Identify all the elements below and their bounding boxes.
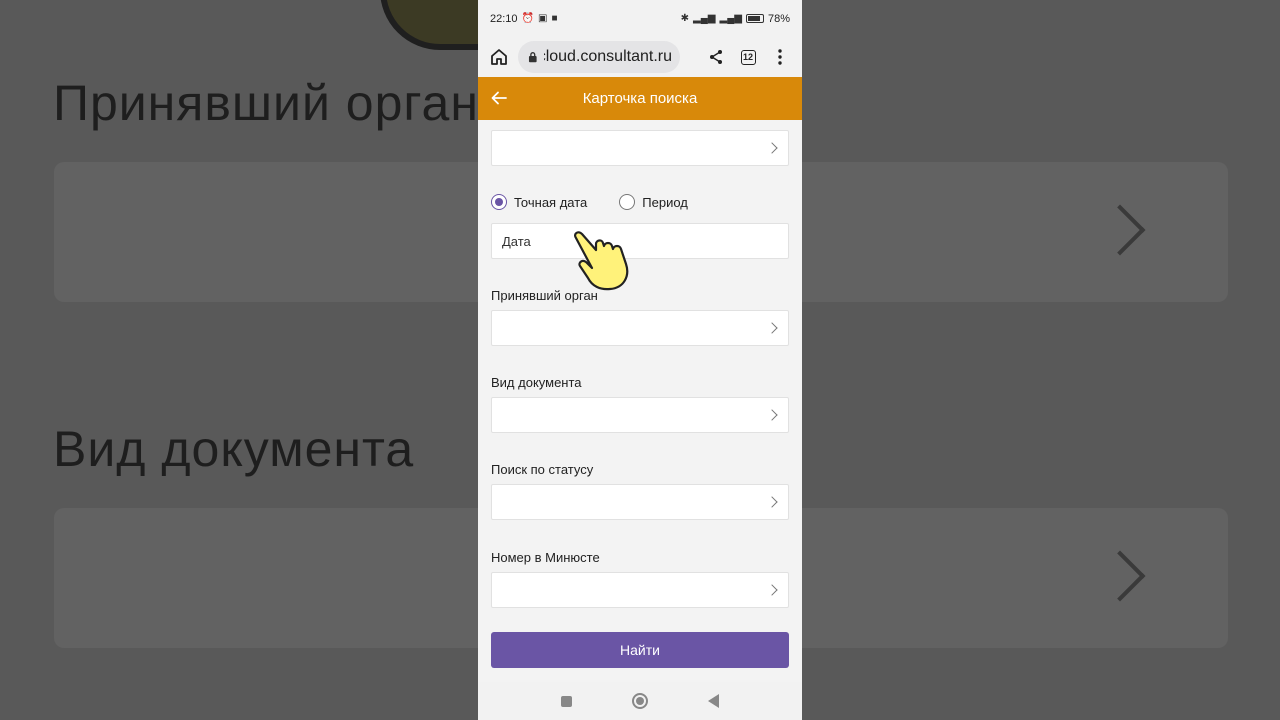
date-mode-radio-group: Точная дата Период — [491, 194, 710, 210]
page-title: Карточка поиска — [582, 90, 698, 107]
status-search-field[interactable] — [491, 484, 789, 520]
issuing-body-field[interactable] — [491, 310, 789, 346]
chevron-right-icon — [766, 142, 778, 154]
top-select-field[interactable] — [491, 130, 789, 166]
browser-toolbar: cloud.consultant.ru 12 — [478, 37, 802, 77]
pointing-hand-icon — [574, 231, 629, 291]
radio-exact-date[interactable]: Точная дата — [491, 194, 587, 210]
background-label-issuing-body: Принявший орган — [53, 75, 479, 131]
status-search-label: Поиск по статусу — [491, 462, 594, 477]
radio-exact-date-label: Точная дата — [514, 194, 588, 210]
minjust-number-label: Номер в Минюсте — [491, 550, 600, 565]
url-text: cloud.consultant.ru — [543, 48, 672, 65]
date-placeholder: Дата — [502, 233, 531, 249]
bluetooth-icon: ✱ — [680, 13, 690, 24]
address-bar[interactable]: cloud.consultant.ru — [518, 41, 680, 73]
lock-icon — [528, 52, 537, 63]
chevron-right-icon — [766, 584, 778, 596]
signal-2-icon: ▂▄▆ — [719, 13, 742, 24]
battery-icon — [745, 14, 764, 23]
back-nav-icon[interactable] — [708, 694, 719, 708]
menu-icon[interactable] — [768, 45, 792, 69]
radio-selected-icon — [491, 194, 507, 210]
find-button[interactable]: Найти — [491, 632, 789, 668]
chevron-right-icon — [766, 409, 778, 421]
share-icon[interactable] — [704, 45, 728, 69]
document-type-field[interactable] — [491, 397, 789, 433]
phone-screen: 22:10 ⏰ ▣ ■ ✱ ▂▄▆ ▂▄▆ 78% cloud.consulta… — [478, 0, 802, 720]
radio-period[interactable]: Период — [619, 194, 688, 210]
nfc-icon: ▣ — [537, 13, 548, 24]
background-chevron-icon — [1094, 550, 1146, 602]
alarm-icon: ⏰ — [521, 13, 534, 24]
signal-icon: ▂▄▆ — [693, 13, 716, 24]
home-icon[interactable] — [488, 46, 510, 68]
document-type-label: Вид документа — [491, 375, 582, 390]
status-time: 22:10 — [490, 12, 518, 25]
battery-level: 78% — [767, 12, 790, 25]
back-arrow-icon[interactable] — [488, 87, 510, 109]
home-nav-icon[interactable] — [632, 693, 648, 709]
date-input[interactable]: Дата — [491, 223, 789, 259]
android-nav-bar — [478, 682, 802, 720]
chevron-right-icon — [766, 496, 778, 508]
chevron-right-icon — [766, 322, 778, 334]
radio-period-label: Период — [642, 194, 688, 210]
status-bar: 22:10 ⏰ ▣ ■ ✱ ▂▄▆ ▂▄▆ 78% — [478, 0, 802, 37]
background-label-doc-type: Вид документа — [53, 421, 415, 477]
minjust-number-field[interactable] — [491, 572, 789, 608]
radio-unselected-icon — [619, 194, 636, 210]
recent-apps-icon[interactable] — [561, 695, 572, 707]
search-form: Точная дата Период Дата Принявший орган … — [478, 120, 802, 680]
app-header: Карточка поиска — [478, 77, 802, 120]
tabs-button[interactable]: 12 — [736, 45, 760, 69]
video-icon: ■ — [551, 13, 558, 24]
background-chevron-icon — [1094, 204, 1146, 256]
tab-count: 12 — [740, 49, 756, 65]
